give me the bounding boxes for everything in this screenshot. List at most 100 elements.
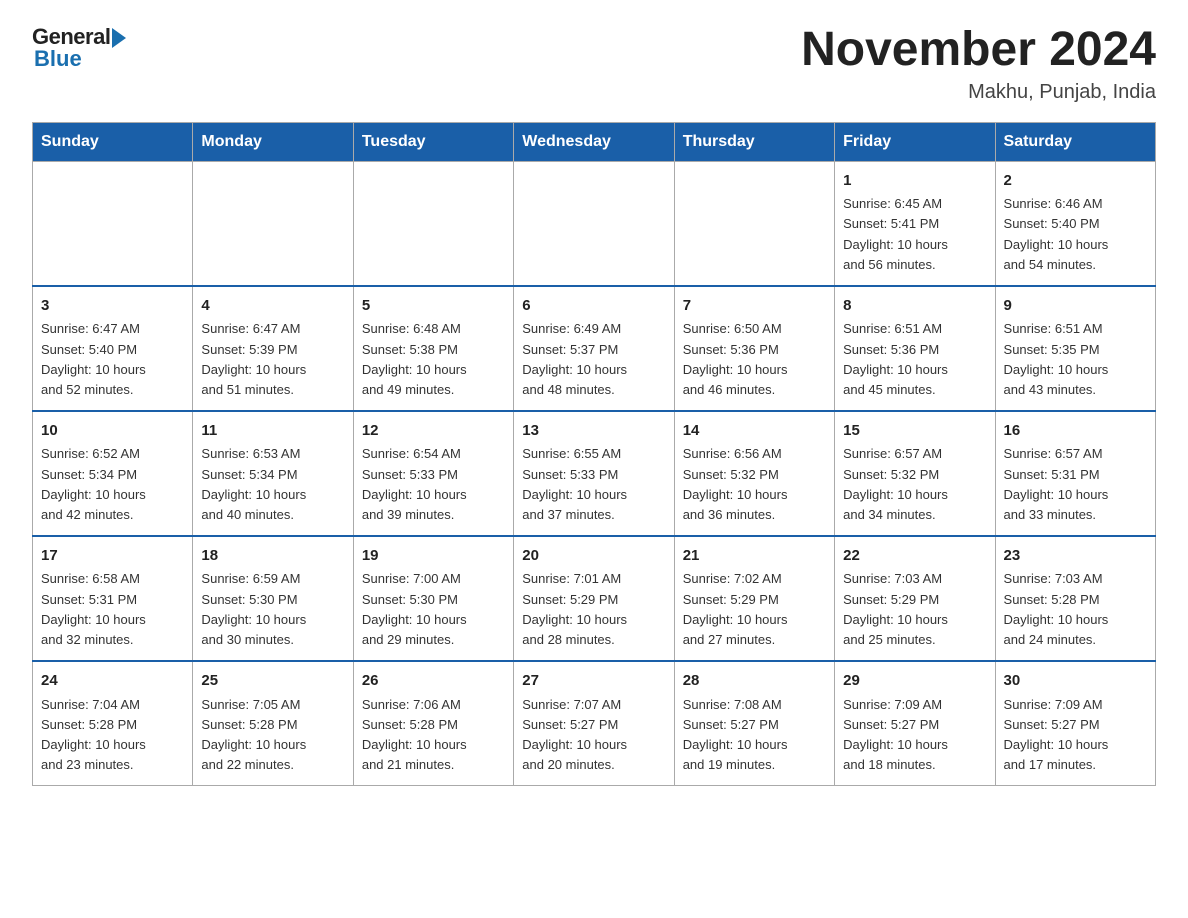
calendar-cell	[193, 161, 353, 286]
day-info: Sunrise: 7:03 AM Sunset: 5:28 PM Dayligh…	[1004, 569, 1147, 650]
calendar-cell: 24Sunrise: 7:04 AM Sunset: 5:28 PM Dayli…	[33, 661, 193, 786]
day-number: 2	[1004, 170, 1147, 193]
day-info: Sunrise: 6:57 AM Sunset: 5:31 PM Dayligh…	[1004, 444, 1147, 525]
calendar-cell: 17Sunrise: 6:58 AM Sunset: 5:31 PM Dayli…	[33, 536, 193, 661]
month-title: November 2024	[801, 24, 1156, 77]
calendar-week-row: 1Sunrise: 6:45 AM Sunset: 5:41 PM Daylig…	[33, 161, 1156, 286]
day-info: Sunrise: 6:47 AM Sunset: 5:39 PM Dayligh…	[201, 319, 344, 400]
day-info: Sunrise: 6:55 AM Sunset: 5:33 PM Dayligh…	[522, 444, 665, 525]
day-number: 21	[683, 545, 826, 568]
title-block: November 2024 Makhu, Punjab, India	[801, 24, 1156, 104]
day-number: 13	[522, 420, 665, 443]
day-number: 18	[201, 545, 344, 568]
calendar-table: SundayMondayTuesdayWednesdayThursdayFrid…	[32, 122, 1156, 786]
logo-blue-text: Blue	[34, 46, 82, 72]
calendar-cell: 12Sunrise: 6:54 AM Sunset: 5:33 PM Dayli…	[353, 411, 513, 536]
calendar-cell: 5Sunrise: 6:48 AM Sunset: 5:38 PM Daylig…	[353, 286, 513, 411]
day-number: 11	[201, 420, 344, 443]
calendar-cell	[33, 161, 193, 286]
day-number: 23	[1004, 545, 1147, 568]
day-number: 17	[41, 545, 184, 568]
calendar-week-row: 3Sunrise: 6:47 AM Sunset: 5:40 PM Daylig…	[33, 286, 1156, 411]
day-info: Sunrise: 6:58 AM Sunset: 5:31 PM Dayligh…	[41, 569, 184, 650]
day-number: 12	[362, 420, 505, 443]
weekday-header-wednesday: Wednesday	[514, 122, 674, 161]
day-number: 5	[362, 295, 505, 318]
calendar-cell	[353, 161, 513, 286]
calendar-week-row: 17Sunrise: 6:58 AM Sunset: 5:31 PM Dayli…	[33, 536, 1156, 661]
calendar-cell: 4Sunrise: 6:47 AM Sunset: 5:39 PM Daylig…	[193, 286, 353, 411]
day-number: 16	[1004, 420, 1147, 443]
day-number: 3	[41, 295, 184, 318]
day-info: Sunrise: 6:46 AM Sunset: 5:40 PM Dayligh…	[1004, 194, 1147, 275]
day-info: Sunrise: 6:50 AM Sunset: 5:36 PM Dayligh…	[683, 319, 826, 400]
day-number: 28	[683, 670, 826, 693]
calendar-cell: 15Sunrise: 6:57 AM Sunset: 5:32 PM Dayli…	[835, 411, 995, 536]
calendar-week-row: 24Sunrise: 7:04 AM Sunset: 5:28 PM Dayli…	[33, 661, 1156, 786]
day-number: 26	[362, 670, 505, 693]
day-info: Sunrise: 7:06 AM Sunset: 5:28 PM Dayligh…	[362, 695, 505, 776]
calendar-cell: 7Sunrise: 6:50 AM Sunset: 5:36 PM Daylig…	[674, 286, 834, 411]
calendar-cell: 30Sunrise: 7:09 AM Sunset: 5:27 PM Dayli…	[995, 661, 1155, 786]
day-info: Sunrise: 7:09 AM Sunset: 5:27 PM Dayligh…	[843, 695, 986, 776]
day-info: Sunrise: 6:47 AM Sunset: 5:40 PM Dayligh…	[41, 319, 184, 400]
day-number: 6	[522, 295, 665, 318]
day-number: 22	[843, 545, 986, 568]
day-number: 14	[683, 420, 826, 443]
calendar-cell: 14Sunrise: 6:56 AM Sunset: 5:32 PM Dayli…	[674, 411, 834, 536]
weekday-header-saturday: Saturday	[995, 122, 1155, 161]
calendar-cell: 2Sunrise: 6:46 AM Sunset: 5:40 PM Daylig…	[995, 161, 1155, 286]
weekday-header-tuesday: Tuesday	[353, 122, 513, 161]
day-number: 8	[843, 295, 986, 318]
day-number: 15	[843, 420, 986, 443]
day-info: Sunrise: 7:08 AM Sunset: 5:27 PM Dayligh…	[683, 695, 826, 776]
weekday-header-row: SundayMondayTuesdayWednesdayThursdayFrid…	[33, 122, 1156, 161]
day-number: 20	[522, 545, 665, 568]
calendar-cell: 18Sunrise: 6:59 AM Sunset: 5:30 PM Dayli…	[193, 536, 353, 661]
page-header: General Blue November 2024 Makhu, Punjab…	[32, 24, 1156, 104]
weekday-header-friday: Friday	[835, 122, 995, 161]
day-number: 19	[362, 545, 505, 568]
day-info: Sunrise: 7:01 AM Sunset: 5:29 PM Dayligh…	[522, 569, 665, 650]
calendar-cell: 3Sunrise: 6:47 AM Sunset: 5:40 PM Daylig…	[33, 286, 193, 411]
calendar-cell: 26Sunrise: 7:06 AM Sunset: 5:28 PM Dayli…	[353, 661, 513, 786]
day-number: 1	[843, 170, 986, 193]
calendar-cell: 8Sunrise: 6:51 AM Sunset: 5:36 PM Daylig…	[835, 286, 995, 411]
calendar-cell: 23Sunrise: 7:03 AM Sunset: 5:28 PM Dayli…	[995, 536, 1155, 661]
calendar-cell: 21Sunrise: 7:02 AM Sunset: 5:29 PM Dayli…	[674, 536, 834, 661]
day-number: 10	[41, 420, 184, 443]
day-info: Sunrise: 6:48 AM Sunset: 5:38 PM Dayligh…	[362, 319, 505, 400]
weekday-header-monday: Monday	[193, 122, 353, 161]
day-number: 27	[522, 670, 665, 693]
calendar-cell: 28Sunrise: 7:08 AM Sunset: 5:27 PM Dayli…	[674, 661, 834, 786]
day-number: 9	[1004, 295, 1147, 318]
day-number: 4	[201, 295, 344, 318]
calendar-cell: 19Sunrise: 7:00 AM Sunset: 5:30 PM Dayli…	[353, 536, 513, 661]
location-label: Makhu, Punjab, India	[801, 81, 1156, 104]
calendar-cell: 20Sunrise: 7:01 AM Sunset: 5:29 PM Dayli…	[514, 536, 674, 661]
calendar-cell	[674, 161, 834, 286]
day-info: Sunrise: 6:59 AM Sunset: 5:30 PM Dayligh…	[201, 569, 344, 650]
day-info: Sunrise: 7:05 AM Sunset: 5:28 PM Dayligh…	[201, 695, 344, 776]
day-info: Sunrise: 6:52 AM Sunset: 5:34 PM Dayligh…	[41, 444, 184, 525]
calendar-cell	[514, 161, 674, 286]
weekday-header-sunday: Sunday	[33, 122, 193, 161]
day-number: 7	[683, 295, 826, 318]
day-number: 30	[1004, 670, 1147, 693]
calendar-cell: 9Sunrise: 6:51 AM Sunset: 5:35 PM Daylig…	[995, 286, 1155, 411]
calendar-cell: 11Sunrise: 6:53 AM Sunset: 5:34 PM Dayli…	[193, 411, 353, 536]
day-number: 24	[41, 670, 184, 693]
calendar-cell: 27Sunrise: 7:07 AM Sunset: 5:27 PM Dayli…	[514, 661, 674, 786]
day-info: Sunrise: 7:02 AM Sunset: 5:29 PM Dayligh…	[683, 569, 826, 650]
day-info: Sunrise: 7:00 AM Sunset: 5:30 PM Dayligh…	[362, 569, 505, 650]
day-info: Sunrise: 6:51 AM Sunset: 5:36 PM Dayligh…	[843, 319, 986, 400]
calendar-cell: 1Sunrise: 6:45 AM Sunset: 5:41 PM Daylig…	[835, 161, 995, 286]
day-info: Sunrise: 6:51 AM Sunset: 5:35 PM Dayligh…	[1004, 319, 1147, 400]
logo: General Blue	[32, 24, 126, 72]
calendar-cell: 29Sunrise: 7:09 AM Sunset: 5:27 PM Dayli…	[835, 661, 995, 786]
day-info: Sunrise: 7:09 AM Sunset: 5:27 PM Dayligh…	[1004, 695, 1147, 776]
calendar-cell: 25Sunrise: 7:05 AM Sunset: 5:28 PM Dayli…	[193, 661, 353, 786]
day-info: Sunrise: 7:07 AM Sunset: 5:27 PM Dayligh…	[522, 695, 665, 776]
day-info: Sunrise: 6:56 AM Sunset: 5:32 PM Dayligh…	[683, 444, 826, 525]
calendar-cell: 10Sunrise: 6:52 AM Sunset: 5:34 PM Dayli…	[33, 411, 193, 536]
